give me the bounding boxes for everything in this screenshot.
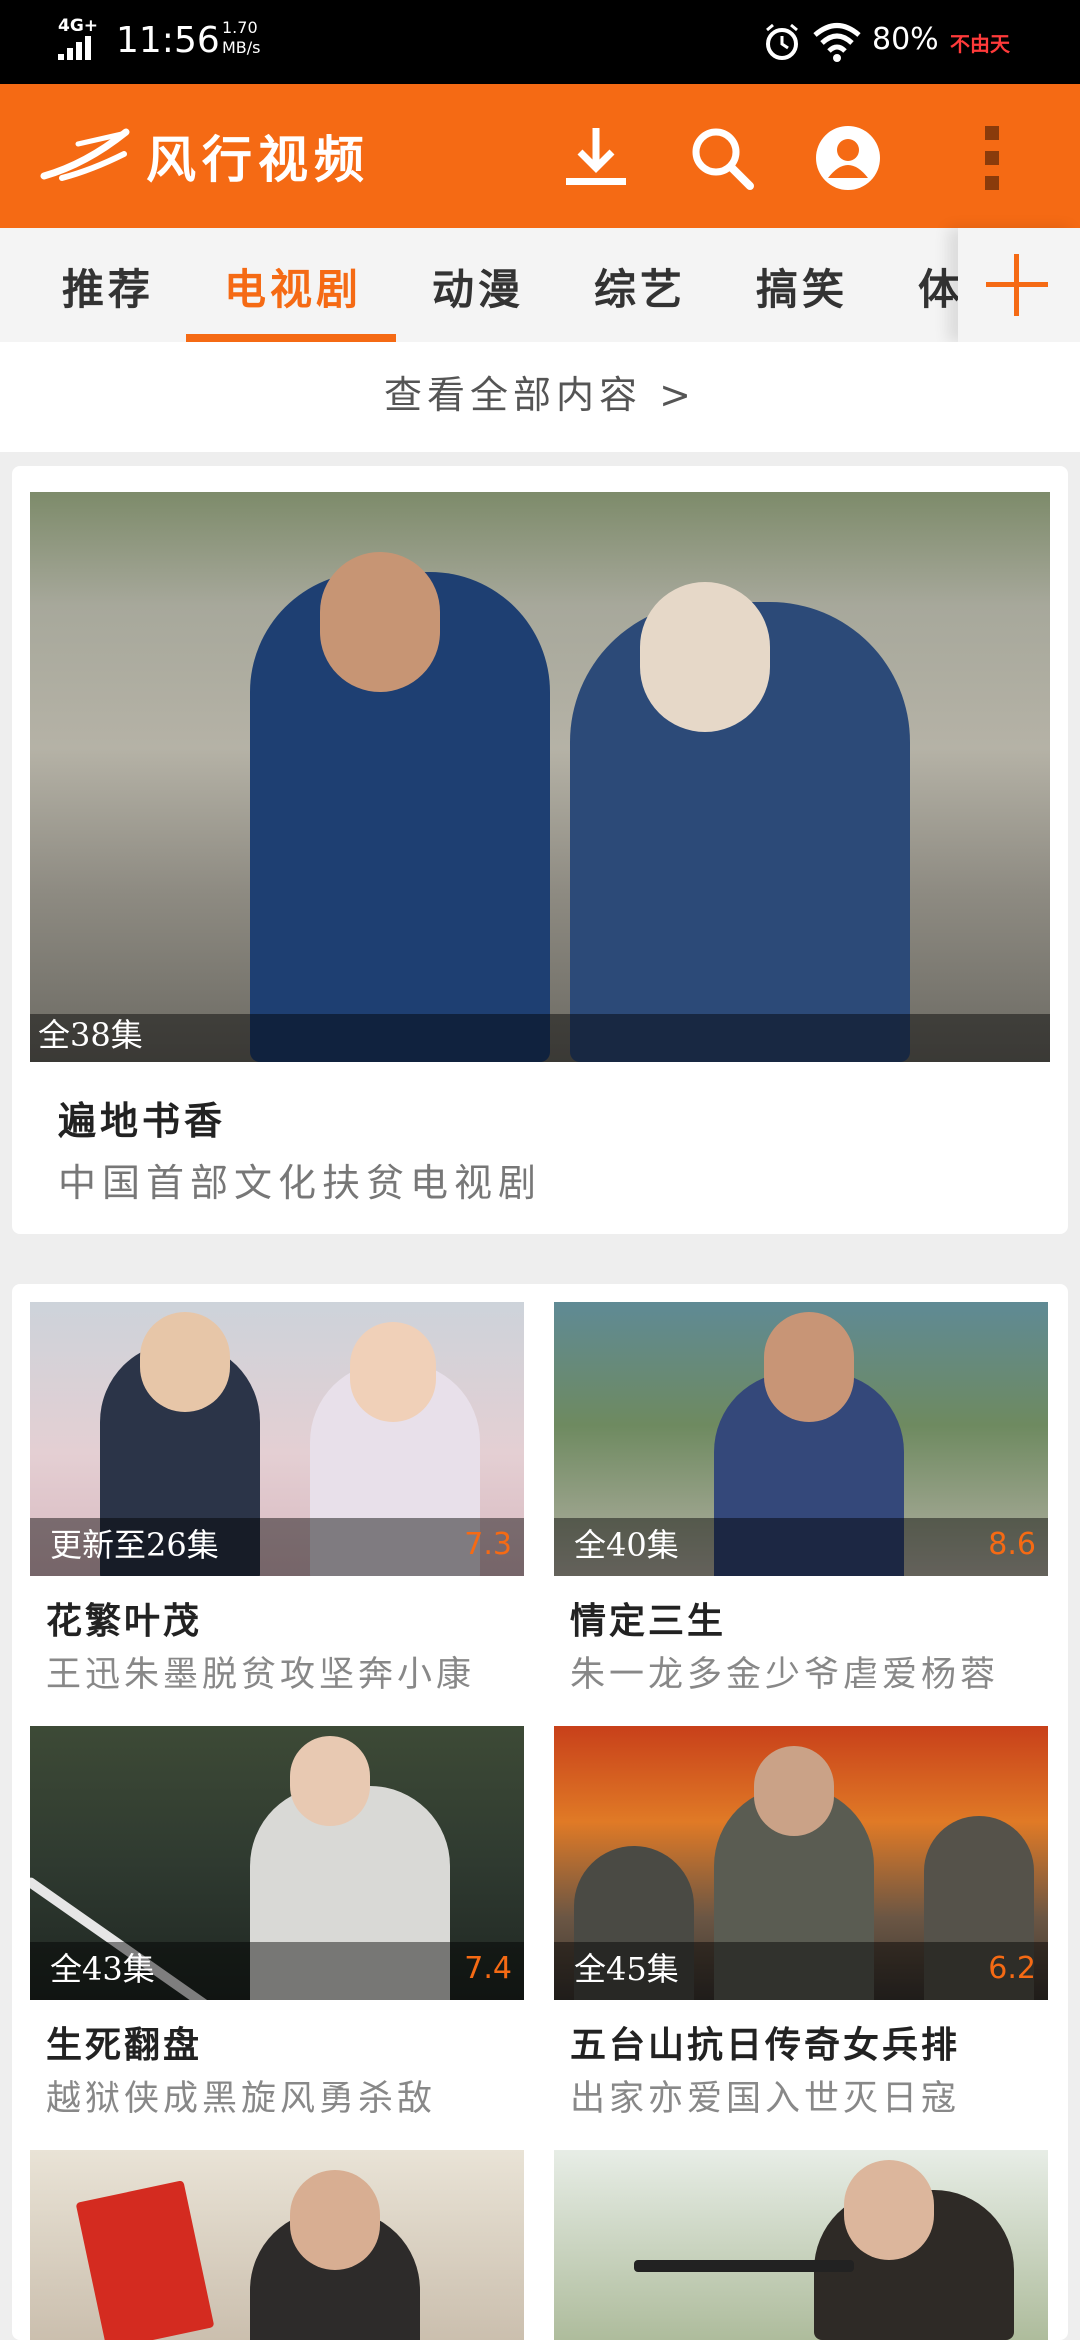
add-category-button[interactable] xyxy=(958,228,1080,342)
episode-count: 更新至26集 xyxy=(50,1526,219,1564)
featured-card[interactable]: 全38集 遍地书香 中国首部文化扶贫电视剧 xyxy=(12,466,1068,1234)
wifi-icon xyxy=(813,23,861,62)
tab-variety[interactable]: 综艺 xyxy=(594,256,686,317)
series-title: 花繁叶茂 xyxy=(46,1600,203,1642)
clock: 11:56 xyxy=(116,20,220,61)
network-speed-value: 1.70 xyxy=(222,18,258,37)
rating-score: 6.2 xyxy=(988,1951,1036,1986)
active-tab-indicator xyxy=(186,334,396,342)
network-speed-unit: MB/s xyxy=(222,38,261,57)
tab-comedy[interactable]: 搞笑 xyxy=(756,256,848,317)
featured-title: 遍地书香 xyxy=(58,1098,227,1143)
series-subtitle: 朱一龙多金少爷虐爱杨蓉 xyxy=(570,1655,1000,1695)
account-icon[interactable] xyxy=(812,122,884,194)
series-title: 五台山抗日传奇女兵排 xyxy=(570,2024,961,2066)
episode-count: 全43集 xyxy=(50,1950,155,1988)
grid-item[interactable]: 全45集 6.2 五台山抗日传奇女兵排 出家亦爱国入世灭日寇 xyxy=(554,1726,1048,2136)
series-subtitle: 王迅朱墨脱贫攻坚奔小康 xyxy=(46,1655,476,1695)
episode-count: 全45集 xyxy=(574,1950,679,1988)
logo-icon xyxy=(40,128,130,181)
more-icon[interactable] xyxy=(968,122,1018,194)
carrier-badge: 不由天 xyxy=(950,32,1010,56)
rating-score: 8.6 xyxy=(988,1527,1036,1562)
status-bar: 4G+ 11:56 1.70 MB/s 80% 不由天 xyxy=(0,0,1080,84)
app-bar: 风行视频 xyxy=(0,84,1080,228)
grid-item-thumbnail[interactable]: 更新至26集 7.3 xyxy=(30,1302,524,1576)
app-title: 风行视频 xyxy=(146,130,370,189)
tab-recommended[interactable]: 推荐 xyxy=(62,256,154,317)
grid-item[interactable]: 更新至26集 7.3 花繁叶茂 王迅朱墨脱贫攻坚奔小康 xyxy=(30,1302,524,1712)
category-tabs: 推荐 电视剧 动漫 综艺 搞笑 体 xyxy=(0,228,1080,343)
series-title: 情定三生 xyxy=(570,1600,727,1642)
series-title: 生死翻盘 xyxy=(46,2024,203,2066)
grid-item[interactable]: 全43集 7.4 生死翻盘 越狱侠成黑旋风勇杀敌 xyxy=(30,1726,524,2136)
tab-anime[interactable]: 动漫 xyxy=(432,256,524,317)
grid-item-thumbnail[interactable] xyxy=(554,2150,1048,2340)
download-icon[interactable] xyxy=(560,122,632,194)
signal-icon xyxy=(58,36,98,60)
episode-count: 全40集 xyxy=(574,1526,679,1564)
grid-item-thumbnail[interactable]: 全40集 8.6 xyxy=(554,1302,1048,1576)
grid-item-thumbnail[interactable] xyxy=(30,2150,524,2340)
series-grid: 更新至26集 7.3 花繁叶茂 王迅朱墨脱贫攻坚奔小康 全40集 8.6 情定三… xyxy=(12,1284,1068,2340)
network-speed: 1.70 MB/s xyxy=(222,18,261,58)
featured-thumbnail[interactable]: 全38集 xyxy=(30,492,1050,1062)
featured-episode-count: 全38集 xyxy=(38,1016,143,1054)
series-subtitle: 出家亦爱国入世灭日寇 xyxy=(570,2079,961,2119)
grid-item[interactable] xyxy=(554,2150,1048,2340)
featured-subtitle: 中国首部文化扶贫电视剧 xyxy=(58,1161,543,1205)
grid-item-thumbnail[interactable]: 全43集 7.4 xyxy=(30,1726,524,2000)
network-type: 4G+ xyxy=(58,16,99,36)
grid-item-thumbnail[interactable]: 全45集 6.2 xyxy=(554,1726,1048,2000)
rating-score: 7.4 xyxy=(464,1951,512,1986)
tab-tv-series[interactable]: 电视剧 xyxy=(224,256,362,317)
search-icon[interactable] xyxy=(686,122,758,194)
alarm-icon xyxy=(766,23,798,60)
battery-level: 80% xyxy=(872,22,939,57)
rating-score: 7.3 xyxy=(464,1527,512,1562)
grid-item[interactable] xyxy=(30,2150,524,2340)
series-subtitle: 越狱侠成黑旋风勇杀敌 xyxy=(46,2079,437,2119)
view-all-link[interactable]: 查看全部内容 > xyxy=(0,342,1080,452)
grid-item[interactable]: 全40集 8.6 情定三生 朱一龙多金少爷虐爱杨蓉 xyxy=(554,1302,1048,1712)
